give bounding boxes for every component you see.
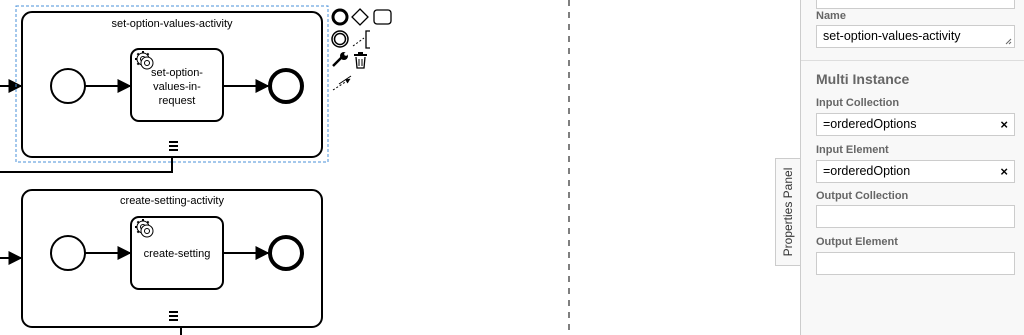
input-collection-field[interactable]: =orderedOptions × [816, 113, 1015, 136]
task-label-line-1: set-option- [151, 67, 203, 79]
multi-instance-marker-icon [169, 311, 178, 321]
multi-instance-title: Multi Instance [816, 71, 910, 87]
name-field[interactable]: set-option-values-activity [816, 25, 1015, 48]
properties-panel-toggle[interactable]: Properties Panel [775, 158, 800, 266]
subprocess-set-option-values[interactable]: set-option-values-activity set-option- v… [15, 5, 329, 163]
input-element-label: Input Element [816, 144, 889, 156]
wrench-icon[interactable] [332, 52, 348, 67]
subprocess-title: set-option-values-activity [111, 18, 233, 30]
output-collection-field[interactable] [816, 205, 1015, 228]
context-pad [331, 8, 392, 91]
task-icon[interactable] [373, 9, 392, 25]
intermediate-event-icon[interactable] [331, 30, 349, 48]
gear-icon [140, 224, 154, 238]
output-collection-label: Output Collection [816, 190, 909, 202]
start-event[interactable] [50, 68, 86, 104]
subprocess-create-setting[interactable]: create-setting-activity create-setting [21, 189, 323, 328]
name-value: set-option-values-activity [823, 29, 961, 43]
end-event[interactable] [268, 68, 304, 104]
input-element-field[interactable]: =orderedOption × [816, 160, 1015, 183]
output-element-field[interactable] [816, 252, 1015, 275]
resize-grip-icon[interactable] [1005, 38, 1012, 45]
connect-icon[interactable] [332, 75, 352, 91]
gateway-icon[interactable] [351, 8, 369, 26]
end-event[interactable] [268, 235, 304, 271]
section-divider [801, 60, 1024, 61]
output-element-label: Output Element [816, 236, 898, 248]
task-label-line-3: request [159, 95, 196, 107]
properties-panel: Name set-option-values-activity Multi In… [800, 0, 1024, 335]
task-label-line-1: create-setting [144, 248, 211, 260]
clear-input-collection-button[interactable]: × [1000, 114, 1008, 135]
task-label-line-2: values-in- [153, 81, 201, 93]
multi-instance-marker-icon [169, 141, 178, 151]
input-element-value: =orderedOption [823, 164, 911, 178]
previous-field-input[interactable] [816, 0, 1015, 9]
input-collection-value: =orderedOptions [823, 117, 917, 131]
start-event[interactable] [50, 235, 86, 271]
subprocess-title: create-setting-activity [120, 195, 224, 207]
trash-icon[interactable] [354, 52, 367, 69]
text-annotation-icon[interactable] [352, 30, 370, 49]
connecting-flow[interactable] [0, 158, 173, 173]
name-label: Name [816, 10, 846, 22]
bpmn-canvas[interactable]: set-option-values-activity set-option- v… [0, 0, 800, 335]
input-collection-label: Input Collection [816, 97, 900, 109]
diagram-svg: set-option-values-activity set-option- v… [0, 0, 570, 335]
properties-panel-toggle-label: Properties Panel [781, 167, 795, 257]
end-event-icon[interactable] [331, 8, 349, 26]
clear-input-element-button[interactable]: × [1000, 161, 1008, 182]
